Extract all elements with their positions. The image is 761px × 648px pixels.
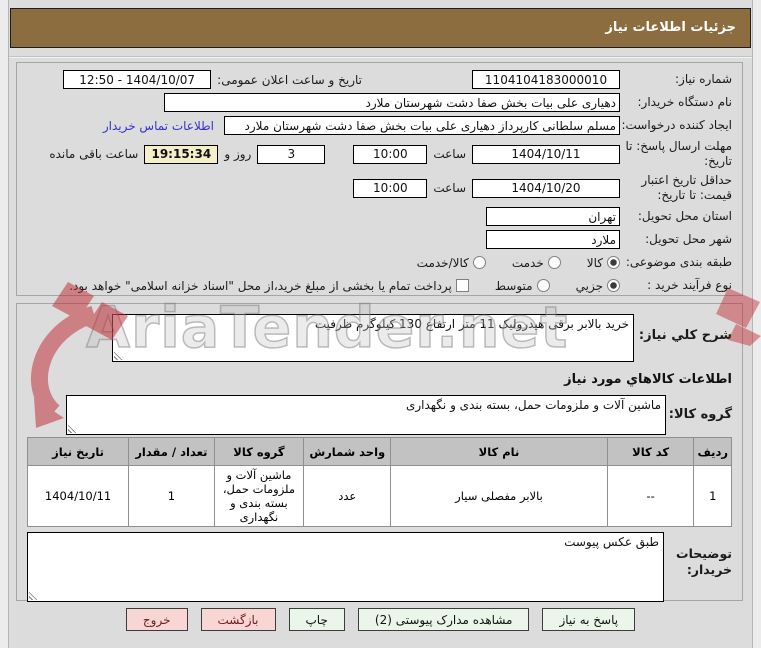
row-reply-deadline: مهلت ارسال پاسخ: تا تاریخ: ساعت روز و سا…: [25, 138, 732, 170]
buyer-org-input[interactable]: [164, 93, 620, 112]
request-creator-label: ایجاد کننده درخواست:: [621, 118, 732, 132]
radio-option-minor: جزیي: [576, 279, 620, 293]
price-validity-time-input[interactable]: [353, 178, 428, 198]
need-number-input[interactable]: [472, 70, 620, 89]
treasury-checkbox-option: پرداخت تمام یا بخشی از مبلغ خرید،از محل …: [69, 279, 469, 293]
back-button[interactable]: بازگشت: [200, 608, 276, 631]
minor-radio[interactable]: [607, 279, 620, 292]
print-button[interactable]: چاپ: [288, 608, 345, 631]
row-goods-group: گروه کالا: ماشین آلات و ملزومات حمل، بست…: [27, 395, 732, 435]
goods-table-header-row: ردیف کد کالا نام کالا واحد شمارش گروه کا…: [26, 437, 732, 466]
goods-table: ردیف کد کالا نام کالا واحد شمارش گروه کا…: [26, 437, 732, 527]
medium-radio[interactable]: [536, 279, 550, 292]
radio-option-medium: متوسط: [495, 279, 550, 293]
col-quantity: تعداد / مقدار: [128, 437, 215, 466]
cell-need-date: 1404/10/11: [26, 465, 130, 527]
action-button-row: پاسخ به نیاز مشاهده مدارک پیوستی (2) چاپ…: [0, 608, 761, 631]
buyer-org-label: نام دستگاه خریدار:: [637, 95, 733, 109]
goods-table-row: 1 -- بالابر مفصلی سیار عدد ماشین آلات و …: [26, 465, 732, 527]
goods-group-textarea-wrap: ماشین آلات و ملزومات حمل، بسته بندی و نگ…: [66, 395, 666, 435]
service-radio[interactable]: [547, 256, 561, 269]
col-unit: واحد شمارش: [303, 437, 392, 466]
goods-service-radio[interactable]: [472, 256, 486, 269]
cell-goods-code: --: [606, 465, 695, 527]
tender-detail-page: جزئیات اطلاعات نیاز شماره نیاز: تاریخ و …: [0, 0, 761, 648]
province-input[interactable]: [486, 207, 620, 226]
goods-group-label: گروه کالا:: [668, 407, 732, 422]
request-creator-input[interactable]: [224, 116, 620, 135]
buyer-notes-label: توضیحات خریدار:: [676, 546, 732, 577]
page-title: جزئیات اطلاعات نیاز: [10, 8, 751, 48]
radio-option-goods-service: کالا/خدمت: [417, 256, 486, 270]
buyer-contact-link[interactable]: اطلاعات تماس خریدار: [103, 119, 214, 133]
price-validity-time-label: ساعت: [433, 181, 466, 195]
reply-deadline-time-label: ساعت: [433, 147, 466, 161]
cell-goods-name: بالابر مفصلی سیار: [390, 465, 608, 527]
minor-radio-label: جزیي: [575, 278, 603, 293]
row-process-type: نوع فرآیند خرید : جزیي متوسط پرداخت تمام…: [25, 275, 732, 296]
col-goods-name: نام کالا: [390, 437, 608, 466]
reply-deadline-time-input[interactable]: [353, 144, 428, 164]
goods-service-radio-label: کالا/خدمت: [416, 255, 469, 270]
frame-line: [8, 0, 9, 648]
city-input[interactable]: [486, 230, 620, 249]
medium-radio-label: متوسط: [494, 278, 533, 293]
page-edge: [0, 0, 8, 648]
need-details-groupbox: شرح کلي نیاز: خرید بالابر برقی هیدرولیک …: [16, 303, 743, 602]
need-number-label: شماره نیاز:: [675, 72, 732, 86]
subject-class-label: طبقه بندی موضوعی:: [625, 255, 732, 269]
days-remaining-input[interactable]: [257, 144, 326, 164]
radio-option-service: خدمت: [512, 256, 561, 270]
col-goods-group: گروه کالا: [213, 437, 305, 466]
row-subject-class: طبقه بندی موضوعی: کالا خدمت کالا/خدمت: [25, 252, 732, 273]
goods-group-textarea[interactable]: ماشین آلات و ملزومات حمل، بسته بندی و نگ…: [66, 395, 666, 435]
countdown-suffix-label: ساعت باقی مانده: [49, 147, 139, 161]
goods-radio-label: کالا: [586, 255, 603, 270]
price-validity-label: حداقل تاریخ اعتبار قیمت: تا تاریخ:: [641, 173, 732, 202]
page-edge: [753, 0, 761, 648]
col-goods-code: کد کالا: [606, 437, 695, 466]
view-attached-docs-button[interactable]: مشاهده مدارک پیوستی (2): [357, 608, 530, 631]
description-label: شرح کلي نیاز:: [638, 328, 732, 343]
col-need-date: تاریخ نیاز: [26, 437, 130, 466]
countdown-timer: [144, 144, 219, 164]
row-price-validity: حداقل تاریخ اعتبار قیمت: تا تاریخ: ساعت: [25, 172, 732, 204]
frame-line: [752, 0, 753, 648]
buyer-notes-textarea[interactable]: طبق عکس پیوست: [27, 532, 664, 602]
row-city: شهر محل تحویل:: [25, 229, 732, 250]
reply-deadline-label: مهلت ارسال پاسخ: تا تاریخ:: [625, 139, 732, 168]
reply-to-need-button[interactable]: پاسخ به نیاز: [542, 608, 636, 631]
row-buyer-notes: توضیحات خریدار: طبق عکس پیوست: [27, 532, 732, 602]
row-province: استان محل تحویل:: [25, 206, 732, 227]
goods-radio[interactable]: [607, 256, 620, 269]
announce-datetime-input[interactable]: [63, 70, 212, 89]
process-type-label: نوع فرآیند خرید :: [647, 278, 732, 292]
announce-datetime-label: تاریخ و ساعت اعلان عمومی:: [217, 72, 362, 87]
radio-option-goods: کالا: [587, 256, 620, 270]
price-validity-date-input[interactable]: [472, 178, 620, 198]
description-textarea[interactable]: خرید بالابر برقی هیدرولیک 11 متر ارتفاع …: [112, 314, 634, 362]
row-buyer-org: نام دستگاه خریدار:: [25, 92, 732, 113]
cell-quantity: 1: [128, 465, 215, 527]
city-label: شهر محل تحویل:: [645, 232, 732, 246]
province-label: استان محل تحویل:: [637, 209, 732, 223]
goods-section-heading: اطلاعات کالاهاي مورد نیاز: [564, 372, 732, 387]
treasury-checkbox-label: پرداخت تمام یا بخشی از مبلغ خرید،از محل …: [69, 278, 452, 293]
treasury-checkbox[interactable]: [455, 279, 469, 292]
service-radio-label: خدمت: [511, 255, 544, 270]
reply-deadline-date-input[interactable]: [472, 144, 620, 164]
row-description: شرح کلي نیاز: خرید بالابر برقی هیدرولیک …: [27, 314, 732, 362]
cell-row-number: 1: [693, 465, 732, 527]
exit-button[interactable]: خروج: [125, 608, 188, 631]
divider: [9, 56, 752, 58]
col-row-number: ردیف: [693, 437, 732, 466]
request-info-groupbox: شماره نیاز: تاریخ و ساعت اعلان عمومی: نا…: [16, 62, 743, 296]
row-need-number: شماره نیاز: تاریخ و ساعت اعلان عمومی:: [25, 69, 732, 90]
row-request-creator: ایجاد کننده درخواست: اطلاعات تماس خریدار: [25, 115, 732, 136]
buyer-notes-textarea-wrap: طبق عکس پیوست: [27, 532, 664, 602]
cell-goods-group: ماشین آلات و ملزومات حمل، بسته بندی و نگ…: [213, 465, 305, 527]
description-textarea-wrap: خرید بالابر برقی هیدرولیک 11 متر ارتفاع …: [112, 314, 634, 362]
cell-unit: عدد: [303, 465, 392, 527]
days-separator-label: روز و: [224, 147, 252, 161]
